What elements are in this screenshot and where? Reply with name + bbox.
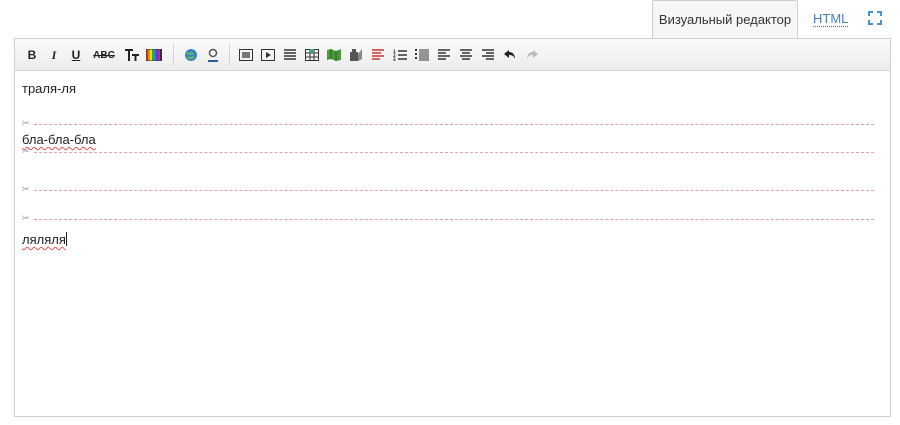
toolbar-group-format: B I U ABC — [21, 44, 165, 66]
text-caret — [65, 232, 67, 246]
bold-icon[interactable]: B — [21, 44, 43, 66]
fullscreen-icon[interactable] — [867, 10, 883, 26]
align-center-icon[interactable] — [455, 44, 477, 66]
toolbar-group-insert: 123 — [235, 44, 543, 66]
insert-file-icon[interactable] — [345, 44, 367, 66]
italic-icon[interactable]: I — [43, 44, 65, 66]
undo-icon[interactable] — [499, 44, 521, 66]
page-break-line — [34, 124, 874, 125]
toolbar-separator — [229, 44, 230, 66]
insert-image-icon[interactable] — [235, 44, 257, 66]
visual-editor: B I U ABC 1 2 3 траля-ля ✂ бла-бла-бла ✂… — [14, 38, 891, 417]
insert-map-icon[interactable] — [323, 44, 345, 66]
page-break-line — [34, 219, 874, 220]
page-break: ✂ — [22, 118, 874, 130]
strikethrough-icon[interactable]: ABC — [87, 44, 121, 66]
editor-content[interactable]: траля-ля ✂ бла-бла-бла ✂ ✂ ✂ ляляля — [15, 72, 890, 416]
tab-html[interactable]: HTML — [813, 11, 848, 26]
toolbar-group-links — [180, 44, 224, 66]
paragraph-format-icon[interactable] — [367, 44, 389, 66]
align-right-icon[interactable] — [477, 44, 499, 66]
insert-table-icon[interactable] — [301, 44, 323, 66]
page-break: ✂ — [22, 184, 874, 196]
scissors-icon: ✂ — [22, 184, 30, 194]
paragraph-text: ляляля — [22, 232, 66, 247]
scissors-icon: ✂ — [22, 146, 30, 156]
underline-icon[interactable]: U — [65, 44, 87, 66]
insert-video-icon[interactable] — [257, 44, 279, 66]
text-color-icon[interactable] — [143, 44, 165, 66]
editor-toolbar: B I U ABC 1 2 3 — [15, 39, 890, 71]
tab-visual-editor[interactable]: Визуальный редактор — [652, 0, 798, 38]
page-break: ✂ — [22, 213, 874, 225]
text-size-icon[interactable] — [121, 44, 143, 66]
paragraph[interactable]: траля-ля — [22, 81, 76, 96]
editor-tabs: Визуальный редактор HTML — [0, 0, 900, 40]
scissors-icon: ✂ — [22, 118, 30, 128]
paragraph[interactable]: бла-бла-бла — [22, 132, 96, 147]
page-break-line — [34, 190, 874, 191]
toolbar-separator — [173, 44, 174, 66]
page-break-line — [34, 152, 874, 153]
paragraph[interactable]: ляляля — [22, 232, 67, 247]
ordered-list-icon[interactable]: 123 — [389, 44, 411, 66]
align-left-icon[interactable] — [433, 44, 455, 66]
svg-text:3: 3 — [393, 57, 396, 61]
anchor-icon[interactable] — [202, 44, 224, 66]
horizontal-rule-icon[interactable] — [279, 44, 301, 66]
redo-icon[interactable] — [521, 44, 543, 66]
link-icon[interactable] — [180, 44, 202, 66]
scissors-icon: ✂ — [22, 213, 30, 223]
page-break: ✂ — [22, 146, 874, 158]
unordered-list-icon[interactable] — [411, 44, 433, 66]
